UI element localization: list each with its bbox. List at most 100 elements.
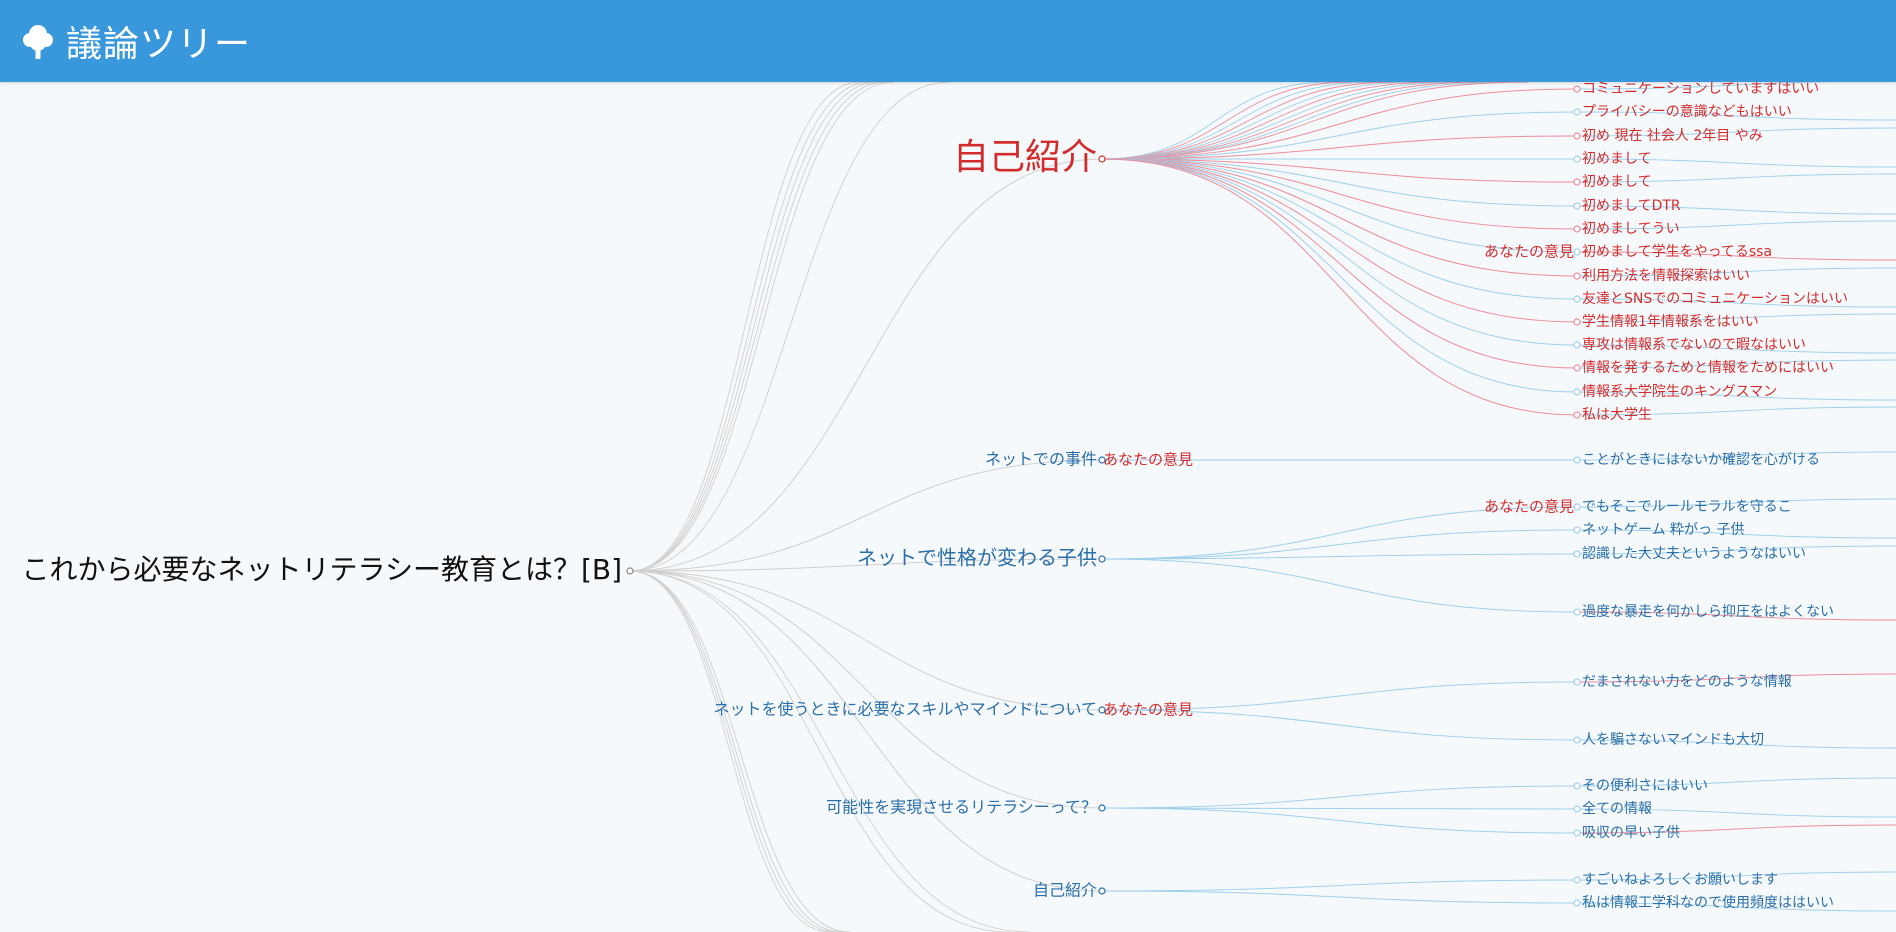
leaf-node-label[interactable]: 全ての情報 (1582, 800, 1652, 817)
topic-leaf-link (1101, 879, 1578, 892)
leaf-node-label[interactable]: 利用方法を情報探索はいい (1582, 267, 1750, 284)
topic-node-label[interactable]: ネットで性格が変わる子供 (857, 546, 1097, 570)
leaf-node-dot[interactable] (1573, 503, 1581, 511)
topic-leaf-link (1101, 158, 1578, 323)
leaf-node-dot[interactable] (1573, 526, 1581, 534)
argument-tree-canvas[interactable]: 自己紹介 コミュニケーションしていますはいいプライバシーの意識などもはいい初め 現… (0, 0, 1896, 932)
leaf-node-dot[interactable] (1573, 829, 1581, 837)
leaf-node-label[interactable]: 情報を発するためと情報をためにはいい (1582, 360, 1834, 376)
leaf-node-dot[interactable] (1573, 411, 1581, 419)
leaf-node-label[interactable]: 私は大学生 (1582, 407, 1652, 423)
leaf-node-dot[interactable] (1573, 155, 1581, 163)
topic-leaf-link (1101, 111, 1578, 160)
leaf-node-label[interactable]: 初めまして (1582, 150, 1652, 167)
tree-nodes: 自己紹介 コミュニケーションしていますはいいプライバシーの意識などもはいい初め 現… (22, 81, 1848, 911)
leaf-node-dot[interactable] (1573, 202, 1581, 210)
background-link (629, 570, 837, 932)
leaf-node-dot[interactable] (1573, 295, 1581, 303)
opinion-tag: あなたの意見 (1484, 498, 1574, 516)
leaf-node-label[interactable]: コミュニケーションしていますはいい (1582, 81, 1819, 97)
leaf-node-dot[interactable] (1573, 318, 1581, 326)
leaf-node-label[interactable]: 学生情報1年情報系をはいい (1582, 314, 1759, 330)
root-topic-link (629, 570, 1103, 809)
background-link (629, 81, 879, 572)
leaf-node-dot[interactable] (1573, 178, 1581, 186)
root-node-label[interactable]: これから必要なネットリテラシー教育とは？[B] (22, 553, 623, 586)
app-header: 議論ツリー (0, 0, 1896, 82)
leaf-node-label[interactable]: 初め 現在 社会人 2年目 やみ (1582, 127, 1763, 144)
topic-node-dot[interactable] (1098, 456, 1106, 464)
leaf-node-dot[interactable] (1573, 550, 1581, 558)
background-link (629, 81, 895, 572)
background-link (629, 81, 861, 572)
leaf-node-dot[interactable] (1573, 248, 1581, 256)
topic-leaf-link (1101, 158, 1578, 300)
leaf-node-label[interactable]: 認識した大丈夫というようなはいい (1582, 546, 1806, 562)
leaf-node-dot[interactable] (1573, 736, 1581, 744)
root-topic-link (629, 158, 1103, 572)
background-link (629, 81, 871, 572)
leaf-node-label[interactable]: 初めまして (1582, 173, 1652, 190)
background-link (629, 81, 887, 572)
leaf-node-label[interactable]: 人を騙さないマインドも大切 (1582, 732, 1764, 748)
topic-link (1101, 81, 1529, 160)
topic-node-dot[interactable] (1098, 155, 1106, 163)
topic-node-dot[interactable] (1098, 706, 1106, 714)
topic-leaf-link (1101, 785, 1578, 809)
topic-node-dot[interactable] (1098, 804, 1106, 812)
leaf-node-dot[interactable] (1573, 108, 1581, 116)
leaf-node-dot[interactable] (1573, 456, 1581, 464)
topic-node-label[interactable]: 可能性を実現させるリテラシーって？ (826, 798, 1097, 817)
leaf-node-label[interactable]: プライバシーの意識などもはいい (1582, 103, 1792, 120)
leaf-node-dot[interactable] (1573, 341, 1581, 349)
leaf-node-label[interactable]: 私は情報工学科なので使用頻度ははいい (1582, 894, 1834, 911)
root-node-dot[interactable] (626, 567, 634, 575)
leaf-node-label[interactable]: すごいねよろしくお願いします (1582, 872, 1778, 888)
topic-node-dot[interactable] (1098, 887, 1106, 895)
topic-node-label[interactable]: 自己紹介 (1033, 881, 1097, 900)
topic-leaf-link (1101, 158, 1578, 369)
topic-node-label[interactable]: ネットでの事件 (985, 450, 1097, 469)
leaf-node-dot[interactable] (1573, 805, 1581, 813)
leaf-node-label[interactable]: 初めまして学生をやってるssa (1582, 243, 1772, 260)
topic-node-label[interactable]: ネットを使うときに必要なスキルやマインドについて (713, 700, 1097, 719)
leaf-node-dot[interactable] (1573, 225, 1581, 233)
leaf-node-dot[interactable] (1573, 132, 1581, 140)
opinion-tag: あなたの意見 (1103, 701, 1193, 719)
app-title: 議論ツリー (66, 24, 252, 65)
leaf-node-label[interactable]: でもそこでルールモラルを守るこ (1582, 499, 1792, 515)
topic-leaf-link (1101, 890, 1578, 904)
leaf-node-dot[interactable] (1573, 899, 1581, 907)
leaf-node-label[interactable]: 友達とSNSでのコミュニケーションはいい (1582, 291, 1848, 307)
leaf-node-dot[interactable] (1573, 782, 1581, 790)
topic-leaf-link (1101, 158, 1578, 416)
topic-node-label[interactable]: 自己紹介 (953, 137, 1097, 178)
leaf-node-label[interactable]: ことがときにはないか確認を心がける (1582, 452, 1820, 468)
leaf-node-dot[interactable] (1573, 85, 1581, 93)
leaf-node-label[interactable]: 初めましてDTR (1582, 197, 1681, 214)
background-link (629, 570, 843, 932)
leaf-node-label[interactable]: 初めましてうい (1582, 220, 1680, 237)
leaf-node-dot[interactable] (1573, 388, 1581, 396)
root-topic-link (629, 570, 1103, 892)
leaf-node-label[interactable]: 過度な暴走を何かしら抑圧をはよくない (1582, 604, 1834, 620)
leaf-node-label[interactable]: 吸収の早い子供 (1582, 825, 1680, 841)
topic-link (1101, 81, 1419, 160)
topic-leaf-link (1101, 807, 1578, 834)
topic-link (1101, 81, 1507, 160)
leaf-node-label[interactable]: ネットゲーム 粋がっ 子供 (1582, 522, 1744, 538)
opinion-tag: あなたの意見 (1484, 243, 1574, 261)
leaf-node-label[interactable]: 情報系大学院生のキングスマン (1582, 384, 1777, 400)
leaf-node-label[interactable]: その便利さにはいい (1582, 778, 1708, 794)
background-link (629, 570, 851, 932)
leaf-node-dot[interactable] (1573, 608, 1581, 616)
leaf-node-dot[interactable] (1573, 364, 1581, 372)
background-link (629, 570, 831, 932)
leaf-node-label[interactable]: 専攻は情報系でないので暇なはいい (1582, 337, 1806, 353)
leaf-node-dot[interactable] (1573, 876, 1581, 884)
topic-link (1101, 81, 1375, 160)
leaf-node-dot[interactable] (1573, 272, 1581, 280)
leaf-node-label[interactable]: だまされない力をどのような情報 (1582, 674, 1792, 690)
leaf-node-dot[interactable] (1573, 678, 1581, 686)
topic-node-dot[interactable] (1098, 555, 1106, 563)
